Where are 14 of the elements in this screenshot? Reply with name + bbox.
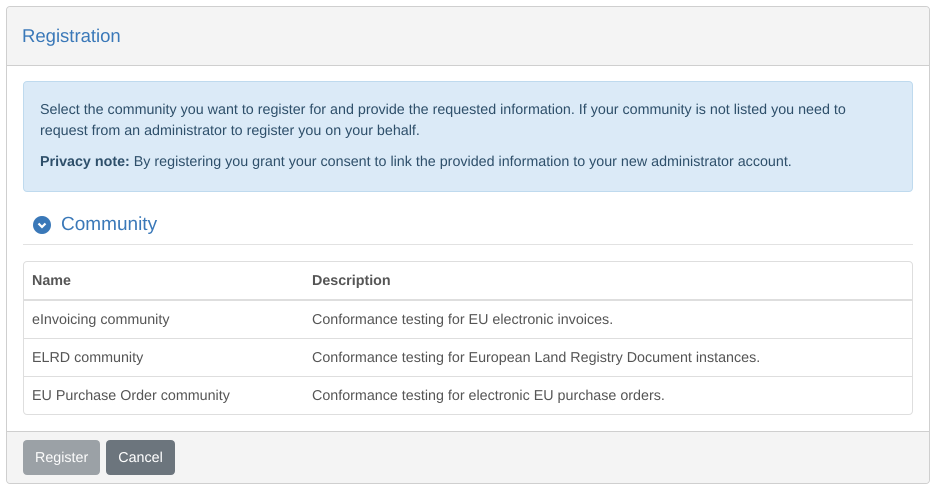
cancel-button[interactable]: Cancel [106, 440, 175, 475]
table-cell[interactable]: eInvoicing community [24, 312, 304, 328]
chevron-icon[interactable] [33, 216, 51, 234]
alert-text: Privacy note: By registering you grant your consent to link the provided information to your new administrator account. [40, 153, 793, 172]
alert-text: Select the community you want to register for and provide the requested information. If your community is not listed you need to request from an administrator to register you on your behalf. [40, 101, 847, 141]
panel-title: Registration [22, 25, 121, 47]
section-title[interactable]: Community [61, 214, 158, 236]
table-cell[interactable]: Conformance testing for electronic EU purchase orders. [304, 388, 912, 404]
table-cell[interactable]: EU Purchase Order community [24, 388, 304, 404]
table-cell[interactable]: Conformance testing for EU electronic invoices. [304, 312, 912, 328]
column-header: Description [311, 272, 392, 288]
table-cell[interactable]: Conformance testing for European Land Registry Document instances. [304, 350, 912, 366]
column-header: Name [31, 272, 72, 288]
table-cell[interactable]: ELRD community [24, 350, 304, 366]
